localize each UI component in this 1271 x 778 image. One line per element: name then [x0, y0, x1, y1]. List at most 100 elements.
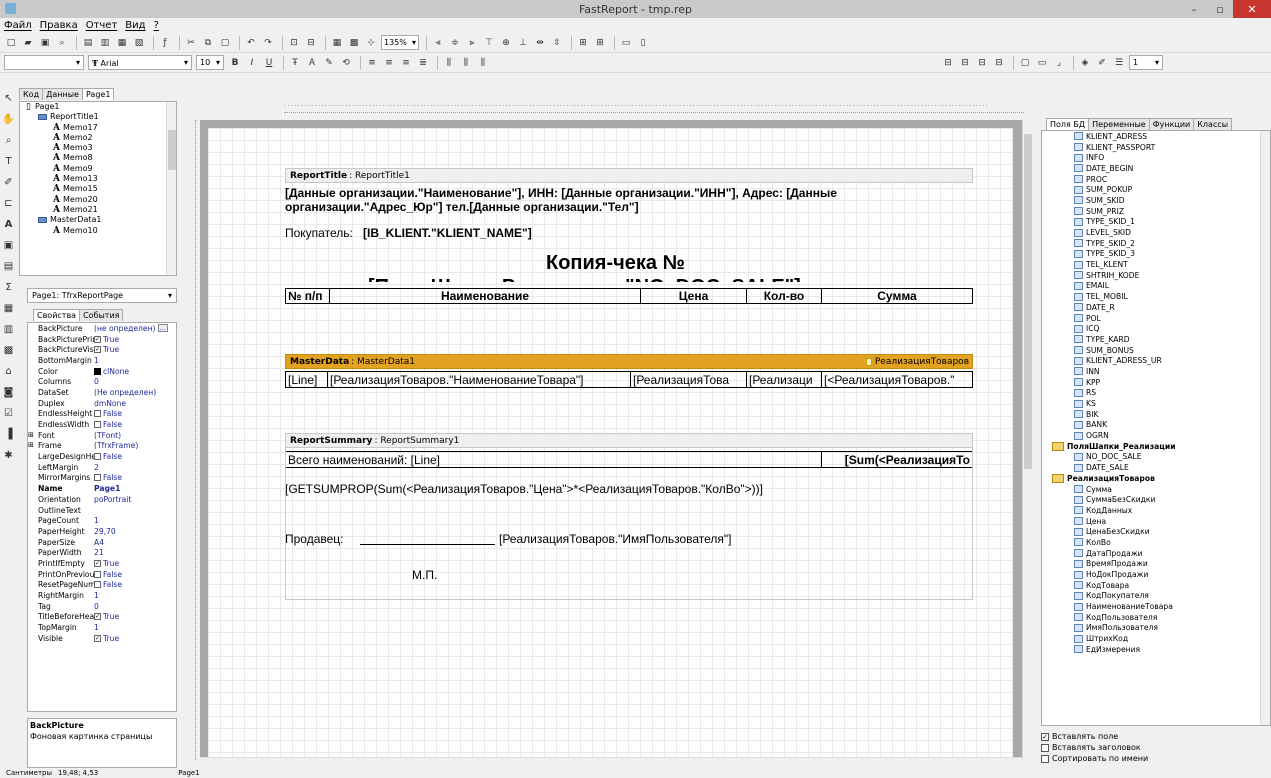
- tab-data[interactable]: Данные: [42, 88, 83, 100]
- tab-code[interactable]: Код: [19, 88, 44, 100]
- frame-none-icon[interactable]: ▭: [1035, 56, 1049, 70]
- field-node[interactable]: SUM_SKID: [1042, 195, 1270, 206]
- property-row[interactable]: TitleBeforeHeac ✓ True: [28, 612, 176, 623]
- insert-option[interactable]: Вставлять заголовок: [1041, 742, 1148, 753]
- field-node[interactable]: ЦенаБезСкидки: [1042, 526, 1270, 537]
- property-checkbox[interactable]: [94, 474, 101, 482]
- text-justify-icon[interactable]: ≣: [416, 56, 430, 70]
- text-tool-icon[interactable]: T: [2, 154, 16, 168]
- paste-icon[interactable]: ▢: [218, 36, 232, 50]
- menu-edit[interactable]: Правка: [40, 20, 78, 31]
- grid-icon[interactable]: ▦: [330, 36, 344, 50]
- property-value[interactable]: 1: [94, 516, 176, 525]
- field-node[interactable]: BIK: [1042, 409, 1270, 420]
- property-value[interactable]: False: [94, 452, 176, 461]
- subreport-tool-icon[interactable]: ▤: [2, 259, 16, 273]
- option-checkbox[interactable]: [1041, 743, 1049, 752]
- field-node[interactable]: POL: [1042, 313, 1270, 324]
- same-height-icon[interactable]: ▯: [636, 36, 650, 50]
- property-value[interactable]: poPortrait: [94, 495, 176, 504]
- tree-node[interactable]: ReportTitle1: [20, 112, 176, 122]
- field-node[interactable]: EMAIL: [1042, 281, 1270, 292]
- report-tree-scrollbar[interactable]: [166, 102, 176, 275]
- hand-tool-icon[interactable]: ✋: [2, 112, 16, 126]
- ole-tool-icon[interactable]: ◙: [2, 385, 16, 399]
- memo-tool-icon[interactable]: A: [2, 217, 16, 231]
- highlight-icon[interactable]: ✎: [322, 56, 336, 70]
- band-tool-icon[interactable]: ⊏: [2, 196, 16, 210]
- space-vert-icon[interactable]: ⇳: [550, 36, 564, 50]
- align-top-icon[interactable]: ⊤: [482, 36, 496, 50]
- property-value[interactable]: ✓ True: [94, 335, 176, 344]
- master-cell-price[interactable]: [РеализацияТова: [630, 371, 747, 388]
- font-color-icon[interactable]: A: [305, 56, 319, 70]
- property-value[interactable]: ✓ True: [94, 345, 176, 354]
- rotate-text-icon[interactable]: ⟲: [339, 56, 353, 70]
- field-node[interactable]: KPP: [1042, 377, 1270, 388]
- menu-report[interactable]: Отчет: [86, 20, 118, 31]
- property-row[interactable]: TopMargin 1: [28, 622, 176, 633]
- ungroup-icon[interactable]: ⊟: [304, 36, 318, 50]
- tab-properties[interactable]: Свойства: [33, 309, 81, 321]
- tab-variables[interactable]: Переменные: [1088, 118, 1150, 130]
- field-node[interactable]: INFO: [1042, 152, 1270, 163]
- text-align-center-icon[interactable]: ≡: [382, 56, 396, 70]
- space-horz-icon[interactable]: ⇹: [533, 36, 547, 50]
- property-value[interactable]: 1: [94, 591, 176, 600]
- tree-node[interactable]: A Memo13: [20, 174, 176, 184]
- field-node[interactable]: КодТовара: [1042, 580, 1270, 591]
- field-node[interactable]: RS: [1042, 388, 1270, 399]
- font-settings-icon[interactable]: Ŧ: [288, 56, 302, 70]
- tree-node[interactable]: MasterData1: [20, 215, 176, 225]
- minimize-button[interactable]: –: [1181, 0, 1207, 18]
- master-cell-line[interactable]: [Line]: [285, 371, 328, 388]
- property-row[interactable]: OutlineText: [28, 505, 176, 516]
- property-row[interactable]: BottomMargin 1: [28, 355, 176, 366]
- scroll-thumb[interactable]: [168, 130, 176, 170]
- report-page[interactable]: ReportTitle: ReportTitle1 [Данные органи…: [208, 128, 1013, 760]
- field-node[interactable]: Сумма: [1042, 484, 1270, 495]
- col-header-price[interactable]: Цена: [640, 288, 747, 304]
- property-value[interactable]: False: [94, 580, 176, 589]
- property-row[interactable]: Color clNone: [28, 366, 176, 377]
- property-row[interactable]: BackPicture (не определен)…: [28, 323, 176, 334]
- property-row[interactable]: Columns 0: [28, 376, 176, 387]
- property-row[interactable]: DataSet (Не определен): [28, 387, 176, 398]
- property-row[interactable]: Font(TFont): [28, 430, 176, 441]
- field-node[interactable]: LEVEL_SKID: [1042, 227, 1270, 238]
- gradient-tool-icon[interactable]: ▐: [2, 427, 16, 441]
- property-row[interactable]: PrintOnPrevious False: [28, 569, 176, 580]
- property-row[interactable]: LargeDesignHei False: [28, 451, 176, 462]
- property-row[interactable]: Duplex dmNone: [28, 398, 176, 409]
- tree-node[interactable]: ▯ Page1: [20, 102, 176, 112]
- property-value[interactable]: (не определен)…: [94, 324, 176, 333]
- text-align-right-icon[interactable]: ≡: [399, 56, 413, 70]
- field-node[interactable]: КодДанных: [1042, 505, 1270, 516]
- frame-color-icon[interactable]: ✐: [1095, 56, 1109, 70]
- field-node[interactable]: TYPE_SKID_3: [1042, 249, 1270, 260]
- maximize-button[interactable]: ▫: [1207, 0, 1233, 18]
- field-node[interactable]: КодПользователя: [1042, 612, 1270, 623]
- org-info-memo-line1[interactable]: [Данные организации."Наименование"], ИНН…: [285, 186, 973, 200]
- tree-node[interactable]: A Memo15: [20, 184, 176, 194]
- frame-style-icon[interactable]: ☰: [1112, 56, 1126, 70]
- canvas-vertical-scrollbar[interactable]: [1022, 120, 1033, 760]
- tree-node[interactable]: A Memo10: [20, 226, 176, 236]
- line-tool-icon[interactable]: ▥: [2, 322, 16, 336]
- underline-icon[interactable]: U: [262, 56, 276, 70]
- property-value[interactable]: clNone: [94, 367, 176, 376]
- master-cell-qty[interactable]: [Реализаци: [746, 371, 822, 388]
- tree-node[interactable]: A Memo9: [20, 164, 176, 174]
- property-value[interactable]: ✓ True: [94, 612, 176, 621]
- preview-icon[interactable]: ⌕: [55, 36, 69, 50]
- same-width-icon[interactable]: ▭: [619, 36, 633, 50]
- property-value[interactable]: False: [94, 409, 176, 418]
- property-row[interactable]: BackPicturePrint ✓ True: [28, 334, 176, 345]
- tab-functions[interactable]: Функции: [1148, 118, 1195, 130]
- col-header-sum[interactable]: Сумма: [821, 288, 973, 304]
- property-value[interactable]: 21: [94, 548, 176, 557]
- field-node[interactable]: KS: [1042, 398, 1270, 409]
- property-checkbox[interactable]: [94, 581, 101, 589]
- field-node[interactable]: ИмяПользователя: [1042, 623, 1270, 634]
- ellipsis-button[interactable]: …: [157, 324, 168, 333]
